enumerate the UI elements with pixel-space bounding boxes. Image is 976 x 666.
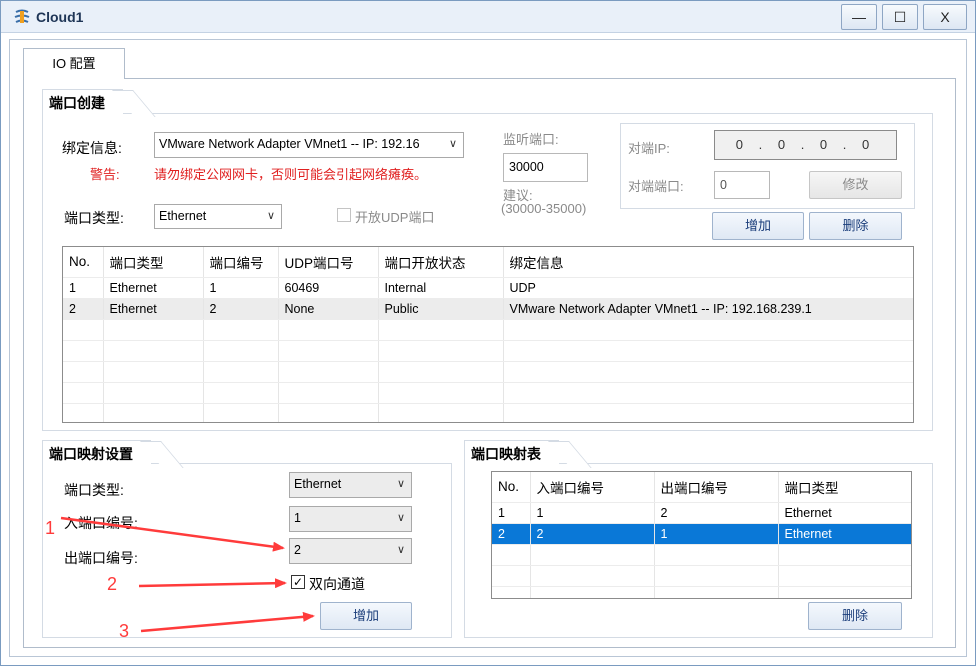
port-mapping-group-label: 端口映射设置 (42, 440, 151, 466)
table-row[interactable]: 2 Ethernet 2 None Public VMware Network … (63, 298, 913, 320)
empty-row (492, 586, 911, 598)
col-no[interactable]: No. (492, 472, 531, 503)
maximize-button[interactable]: ☐ (882, 4, 918, 30)
cell: 1 (492, 502, 531, 524)
cell: 60469 (278, 277, 379, 299)
port-type-value: Ethernet (159, 209, 207, 223)
cell: 2 (530, 523, 655, 545)
listen-port-label: 监听端口: (503, 132, 559, 147)
table-row[interactable]: 2 2 1 Ethernet (492, 523, 911, 545)
cell: None (278, 298, 379, 320)
warning-text: 请勿绑定公网网卡，否则可能会引起网络瘫痪。 (154, 167, 428, 182)
chevron-down-icon: ∨ (443, 133, 463, 155)
annotation-2: 2 (107, 574, 118, 594)
minimize-button[interactable]: — (841, 4, 877, 30)
cloud-app-icon (14, 9, 30, 23)
cell: 2 (203, 298, 279, 320)
cell: 1 (63, 277, 104, 299)
chevron-down-icon: ∨ (261, 205, 281, 227)
col-port-type[interactable]: 端口类型 (103, 247, 204, 278)
col-udp-port[interactable]: UDP端口号 (278, 247, 379, 278)
delete-mapping-button[interactable]: 删除 (808, 602, 902, 630)
cell: 1 (203, 277, 279, 299)
cell: Ethernet (103, 277, 204, 299)
cell: Public (378, 298, 504, 320)
listen-port-input[interactable]: 30000 (503, 153, 588, 182)
bind-info-value: VMware Network Adapter VMnet1 -- IP: 192… (159, 137, 420, 151)
close-button[interactable]: X (923, 4, 967, 30)
cloud1-window: Cloud1 — ☐ X IO 配置 端口创建 绑定信息: VMware Net… (0, 0, 976, 666)
port-type-select[interactable]: Ethernet ∨ (154, 204, 282, 229)
modify-button[interactable]: 修改 (809, 171, 902, 199)
table-header-row: No. 端口类型 端口编号 UDP端口号 端口开放状态 绑定信息 (63, 247, 913, 278)
bind-info-select[interactable]: VMware Network Adapter VMnet1 -- IP: 192… (154, 132, 464, 158)
in-port-select[interactable]: 1 ∨ (289, 506, 412, 532)
empty-row (63, 361, 913, 383)
mapping-table-group-label: 端口映射表 (464, 440, 559, 466)
cell: Internal (378, 277, 504, 299)
chevron-down-icon: ∨ (391, 507, 411, 529)
peer-ip-label: 对端IP: (628, 141, 670, 156)
cell: Ethernet (778, 523, 911, 545)
peer-port-input[interactable]: 0 (714, 171, 770, 199)
title-bar: Cloud1 — ☐ X (1, 1, 975, 33)
map-port-type-label: 端口类型: (64, 482, 124, 498)
cell: VMware Network Adapter VMnet1 -- IP: 192… (503, 298, 913, 320)
out-port-value: 2 (294, 543, 301, 557)
cell: 1 (530, 502, 655, 524)
table-row[interactable]: 1 1 2 Ethernet (492, 502, 911, 524)
out-port-label: 出端口编号: (64, 550, 138, 566)
table-row[interactable]: 1 Ethernet 1 60469 Internal UDP (63, 277, 913, 299)
col-in-port[interactable]: 入端口编号 (530, 472, 655, 503)
udp-port-checkbox-label: 开放UDP端口 (355, 210, 435, 225)
in-port-value: 1 (294, 511, 301, 525)
cell: 2 (492, 523, 531, 545)
cell: Ethernet (103, 298, 204, 320)
cell: Ethernet (778, 502, 911, 524)
table-header-row: No. 入端口编号 出端口编号 端口类型 (492, 472, 911, 503)
cell: 1 (654, 523, 779, 545)
bind-info-label: 绑定信息: (62, 140, 122, 156)
chevron-down-icon: ∨ (391, 473, 411, 495)
chevron-down-icon: ∨ (391, 539, 411, 561)
empty-row (63, 340, 913, 362)
empty-row (492, 544, 911, 566)
in-port-label: 入端口编号: (64, 515, 138, 531)
bidirectional-checkbox[interactable]: ✓ (291, 575, 305, 589)
empty-row (63, 403, 913, 422)
cell: UDP (503, 277, 913, 299)
peer-port-label: 对端端口: (628, 179, 684, 194)
annotation-1: 1 (45, 518, 56, 538)
suggest-range: (30000-35000) (501, 201, 587, 216)
warning-label: 警告: (90, 167, 120, 182)
add-port-button[interactable]: 增加 (712, 212, 804, 240)
empty-row (63, 382, 913, 404)
window-title: Cloud1 (36, 9, 84, 25)
empty-row (63, 319, 913, 341)
col-out-port[interactable]: 出端口编号 (654, 472, 779, 503)
col-port-number[interactable]: 端口编号 (203, 247, 279, 278)
add-mapping-button[interactable]: 增加 (320, 602, 412, 630)
port-table: No. 端口类型 端口编号 UDP端口号 端口开放状态 绑定信息 1 Ether… (62, 246, 914, 423)
mapping-table: No. 入端口编号 出端口编号 端口类型 1 1 2 Ethernet 2 2 … (491, 471, 912, 599)
bidirectional-label: 双向通道 (309, 576, 365, 592)
map-port-type-select[interactable]: Ethernet ∨ (289, 472, 412, 498)
tab-io-config[interactable]: IO 配置 (23, 48, 125, 79)
out-port-select[interactable]: 2 ∨ (289, 538, 412, 564)
col-port-type[interactable]: 端口类型 (778, 472, 911, 503)
cell: 2 (63, 298, 104, 320)
map-port-type-value: Ethernet (294, 477, 342, 491)
cell: 2 (654, 502, 779, 524)
delete-port-button[interactable]: 删除 (809, 212, 902, 240)
col-bind-info[interactable]: 绑定信息 (503, 247, 913, 278)
col-no[interactable]: No. (63, 247, 104, 278)
col-open-status[interactable]: 端口开放状态 (378, 247, 504, 278)
annotation-3: 3 (119, 621, 130, 641)
port-create-group-label: 端口创建 (42, 89, 123, 115)
udp-port-checkbox[interactable] (337, 208, 351, 222)
empty-row (492, 565, 911, 587)
port-type-label: 端口类型: (64, 210, 124, 226)
peer-ip-input[interactable]: 0 . 0 . 0 . 0 (714, 130, 897, 160)
